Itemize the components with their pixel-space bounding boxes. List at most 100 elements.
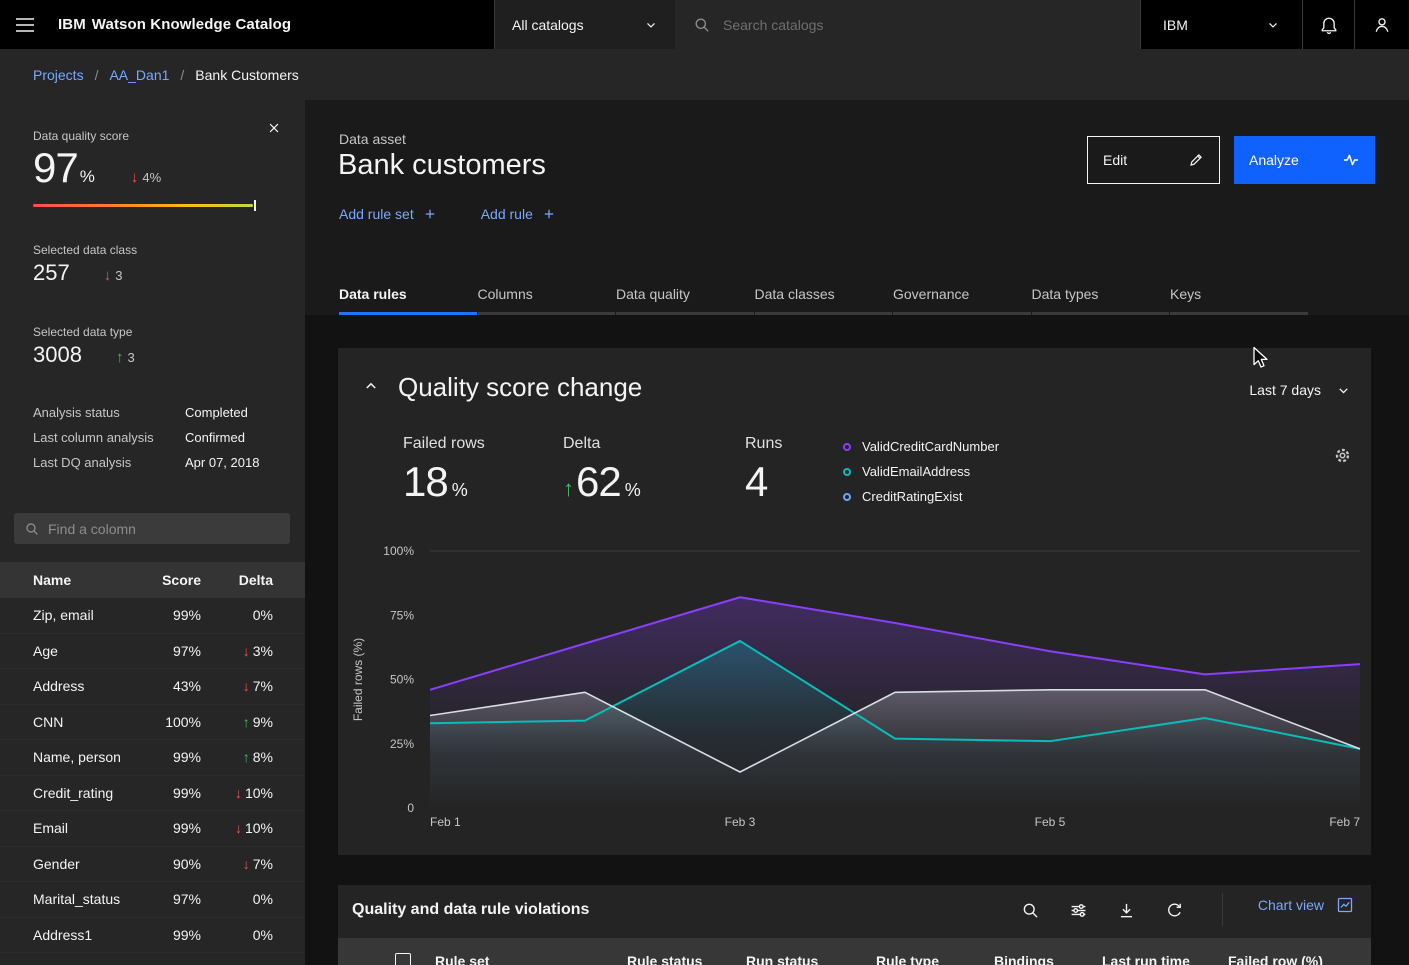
violations-column-header: Rule type <box>876 953 939 965</box>
column-row[interactable]: Age97%↓3% <box>0 634 305 670</box>
column-score: 97% <box>141 643 201 659</box>
breadcrumb-separator: / <box>95 67 99 83</box>
column-row[interactable]: Address43%↓7% <box>0 669 305 705</box>
column-row[interactable]: Marital_status97%0% <box>0 882 305 918</box>
column-delta: ↑8% <box>201 749 273 765</box>
column-name: Email <box>33 820 141 836</box>
analysis-value: Completed <box>185 405 248 420</box>
breadcrumb-item[interactable]: Projects <box>33 67 84 83</box>
tab-keys[interactable]: Keys <box>1170 275 1308 315</box>
gear-icon[interactable] <box>1334 447 1351 464</box>
tab-governance[interactable]: Governance <box>893 275 1031 315</box>
line-chart-svg: 025%50%75%100%Failed rows (%)Feb 1Feb 3F… <box>338 536 1371 841</box>
columns-table-body: Zip, email99%0%Age97%↓3%Address43%↓7%CNN… <box>0 598 305 953</box>
column-row[interactable]: CNN100%↑9% <box>0 705 305 741</box>
plus-icon <box>423 207 437 221</box>
search-button[interactable] <box>1006 894 1054 926</box>
catalog-selector[interactable]: All catalogs <box>494 0 675 49</box>
column-name: Credit_rating <box>33 785 141 801</box>
column-score: 99% <box>141 749 201 765</box>
arrow-down-icon: ↓ <box>243 856 250 872</box>
legend-item[interactable]: ValidEmailAddress <box>843 459 999 484</box>
account-selector[interactable]: IBM <box>1140 0 1302 49</box>
svg-text:Feb 1: Feb 1 <box>430 815 461 829</box>
svg-text:0: 0 <box>407 801 414 815</box>
card-title: Quality score change <box>398 372 642 403</box>
analyze-button[interactable]: Analyze <box>1234 136 1375 184</box>
find-column-input[interactable] <box>48 521 279 537</box>
tab-data-types[interactable]: Data types <box>1032 275 1170 315</box>
breadcrumb-item[interactable]: AA_Dan1 <box>109 67 169 83</box>
chart-view-toggle[interactable]: Chart view <box>1258 897 1353 913</box>
score-bar-marker <box>254 200 256 211</box>
filter-button[interactable] <box>1054 894 1102 926</box>
reset-button[interactable] <box>1150 894 1198 926</box>
tab-label: Governance <box>893 286 969 302</box>
tab-data-rules[interactable]: Data rules <box>339 275 477 315</box>
breadcrumb: Projects / AA_Dan1 / Bank Customers <box>0 49 1409 100</box>
column-score: 99% <box>141 785 201 801</box>
tab-data-classes[interactable]: Data classes <box>755 275 893 315</box>
legend-item[interactable]: CreditRatingExist <box>843 484 999 509</box>
arrow-down-icon: ↓ <box>243 643 250 659</box>
analysis-label: Last DQ analysis <box>33 455 185 470</box>
legend-label: CreditRatingExist <box>862 489 962 504</box>
metric-runs: Runs 4 <box>745 435 782 506</box>
metric-failed-rows: Failed rows 18 % <box>403 435 485 506</box>
app-title: IBM Watson Knowledge Catalog <box>58 0 291 49</box>
plus-icon <box>542 207 556 221</box>
tab-bar: Data rulesColumnsData quality Data classe… <box>339 275 1309 315</box>
column-name: Address1 <box>33 927 141 943</box>
menu-icon[interactable] <box>0 0 50 49</box>
reset-icon <box>1166 902 1183 919</box>
add-rule-button[interactable]: Add rule <box>481 206 556 222</box>
legend-item[interactable]: ValidCreditCardNumber <box>843 434 999 459</box>
metric-delta: Delta ↑ 62 % <box>563 435 641 506</box>
svg-text:Feb 3: Feb 3 <box>725 815 756 829</box>
column-delta: ↓10% <box>201 820 273 836</box>
violations-card: Quality and data rule violations Chart v… <box>338 885 1371 965</box>
edit-button[interactable]: Edit <box>1087 136 1220 184</box>
download-button[interactable] <box>1102 894 1150 926</box>
tab-data-quality[interactable]: Data quality <box>616 275 754 315</box>
tab-label: Data types <box>1032 286 1099 302</box>
column-row[interactable]: Email99%↓10% <box>0 811 305 847</box>
add-rule-set-button[interactable]: Add rule set <box>339 206 437 222</box>
quality-score-card: Quality score change Last 7 days Failed … <box>338 348 1371 855</box>
activity-icon <box>1342 152 1360 168</box>
breadcrumb-item: Bank Customers <box>195 67 298 83</box>
data-type-stat: 3008 ↑ 3 <box>33 342 135 368</box>
column-row[interactable]: Gender90%↓7% <box>0 847 305 883</box>
page-title: Bank customers <box>338 149 546 182</box>
data-class-label: Selected data class <box>33 243 137 257</box>
catalog-selector-label: All catalogs <box>512 17 584 33</box>
column-row[interactable]: Zip, email99%0% <box>0 598 305 634</box>
close-icon[interactable] <box>267 118 287 138</box>
select-all-checkbox[interactable] <box>395 953 411 965</box>
quality-score-unit: % <box>80 167 95 187</box>
profile-button[interactable] <box>1354 0 1409 49</box>
column-row[interactable]: Name, person99%↑8% <box>0 740 305 776</box>
breadcrumb-separator: / <box>180 67 184 83</box>
column-row[interactable]: Address199%0% <box>0 918 305 954</box>
search-catalogs-input[interactable] <box>723 17 1121 33</box>
chevron-up-icon[interactable] <box>363 378 379 394</box>
violations-column-header: Bindings <box>994 953 1054 965</box>
column-name: Age <box>33 643 141 659</box>
user-icon <box>1373 16 1391 34</box>
notifications-button[interactable] <box>1302 0 1354 49</box>
column-score: 43% <box>141 678 201 694</box>
tab-columns[interactable]: Columns <box>478 275 616 315</box>
time-range-selector[interactable]: Last 7 days <box>1249 382 1351 398</box>
catalog-search <box>675 0 1140 49</box>
account-selector-label: IBM <box>1163 17 1188 33</box>
tab-label: Data quality <box>616 286 690 302</box>
quality-score-chart: 025%50%75%100%Failed rows (%)Feb 1Feb 3F… <box>338 536 1371 841</box>
chevron-down-icon <box>1266 18 1280 32</box>
column-score: 90% <box>141 856 201 872</box>
violations-table-header: Rule setRule statusRun statusRule typeBi… <box>338 938 1371 965</box>
column-row[interactable]: Credit_rating99%↓10% <box>0 776 305 812</box>
app-header: IBM Watson Knowledge Catalog All catalog… <box>0 0 1409 49</box>
analysis-label: Last column analysis <box>33 430 185 445</box>
bell-icon <box>1320 16 1338 34</box>
